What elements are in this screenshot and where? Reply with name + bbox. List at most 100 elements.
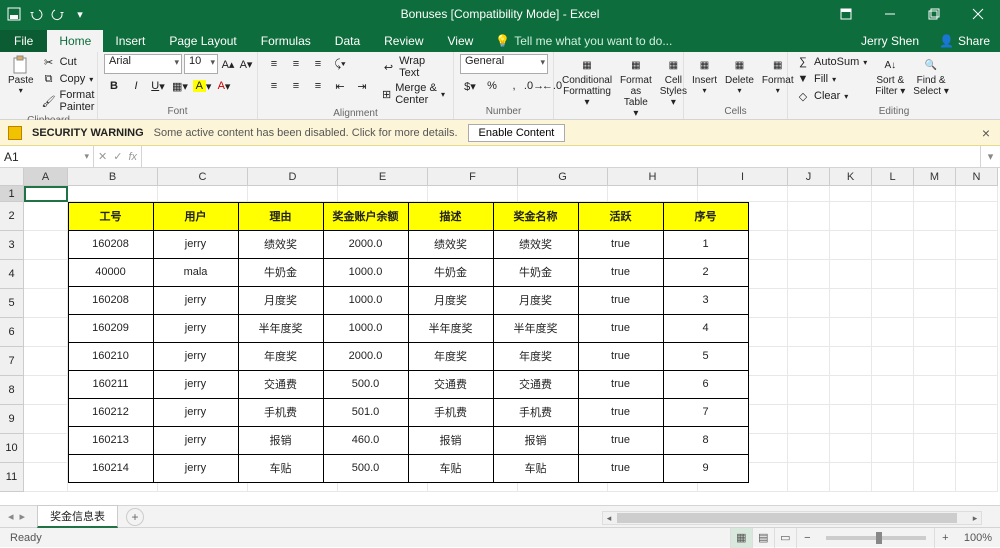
cell[interactable] [518, 186, 608, 202]
cell[interactable] [956, 405, 998, 434]
table-cell[interactable]: 车贴 [238, 454, 324, 483]
table-header[interactable]: 用户 [153, 202, 239, 231]
cell[interactable] [830, 405, 872, 434]
table-cell[interactable]: jerry [153, 370, 239, 399]
merge-center-button[interactable]: ⊞Merge & Center▾ [380, 81, 447, 107]
column-header[interactable]: C [158, 168, 248, 186]
cell[interactable] [956, 434, 998, 463]
column-header[interactable]: B [68, 168, 158, 186]
align-right-icon[interactable]: ≡ [308, 76, 328, 96]
table-cell[interactable]: 1 [663, 230, 749, 259]
number-format-combo[interactable]: General [460, 54, 548, 74]
cell[interactable] [24, 434, 68, 463]
table-cell[interactable]: true [578, 286, 664, 315]
row-header[interactable]: 6 [0, 318, 24, 347]
table-cell[interactable]: 160214 [68, 454, 154, 483]
fill-button[interactable]: ▼Fill▾ [794, 71, 869, 87]
column-header[interactable]: D [248, 168, 338, 186]
cell[interactable] [956, 231, 998, 260]
table-cell[interactable]: mala [153, 258, 239, 287]
tab-insert[interactable]: Insert [103, 30, 157, 52]
formula-input[interactable] [142, 146, 980, 167]
row-header[interactable]: 3 [0, 231, 24, 260]
tab-home[interactable]: Home [47, 30, 103, 52]
tab-data[interactable]: Data [323, 30, 372, 52]
scroll-right-icon[interactable]: ▸ [969, 512, 981, 524]
find-select-button[interactable]: 🔍Find &Select ▾ [911, 54, 951, 99]
cell[interactable] [830, 231, 872, 260]
cancel-fx-icon[interactable]: ✕ [98, 150, 107, 163]
cell[interactable] [872, 434, 914, 463]
table-cell[interactable]: 501.0 [323, 398, 409, 427]
table-cell[interactable]: 交通费 [238, 370, 324, 399]
scroll-left-icon[interactable]: ◂ [603, 512, 615, 524]
table-cell[interactable]: 报销 [493, 426, 579, 455]
decrease-font-icon[interactable]: A▾ [238, 56, 254, 72]
cell[interactable] [788, 405, 830, 434]
table-cell[interactable]: 160208 [68, 286, 154, 315]
restore-icon[interactable] [912, 0, 956, 28]
cell[interactable] [872, 318, 914, 347]
cell[interactable] [788, 318, 830, 347]
enable-content-button[interactable]: Enable Content [468, 124, 566, 142]
table-cell[interactable]: 4 [663, 314, 749, 343]
clear-button[interactable]: ◇Clear▾ [794, 88, 869, 104]
cell[interactable] [788, 186, 830, 202]
table-cell[interactable]: 年度奖 [493, 342, 579, 371]
wrap-text-button[interactable]: ↩Wrap Text [380, 54, 447, 80]
tab-review[interactable]: Review [372, 30, 435, 52]
row-header[interactable]: 9 [0, 405, 24, 434]
cell[interactable] [872, 260, 914, 289]
cell[interactable] [914, 231, 956, 260]
cell[interactable] [788, 376, 830, 405]
underline-button[interactable]: U▾ [148, 76, 168, 96]
table-cell[interactable]: 报销 [408, 426, 494, 455]
table-cell[interactable]: 月度奖 [493, 286, 579, 315]
cell[interactable] [24, 376, 68, 405]
table-header[interactable]: 描述 [408, 202, 494, 231]
cell[interactable] [830, 463, 872, 492]
redo-icon[interactable] [48, 4, 68, 24]
table-cell[interactable]: 绩效奖 [493, 230, 579, 259]
table-cell[interactable]: jerry [153, 426, 239, 455]
column-header[interactable]: J [788, 168, 830, 186]
undo-icon[interactable] [26, 4, 46, 24]
tab-pagelayout[interactable]: Page Layout [157, 30, 248, 52]
table-cell[interactable]: 半年度奖 [493, 314, 579, 343]
column-header[interactable]: G [518, 168, 608, 186]
table-cell[interactable]: 160209 [68, 314, 154, 343]
sheet-tab-active[interactable]: 奖金信息表 [37, 505, 118, 528]
tab-formulas[interactable]: Formulas [249, 30, 323, 52]
increase-indent-icon[interactable]: ⇥ [352, 76, 372, 96]
select-all-triangle[interactable] [0, 168, 24, 186]
cell[interactable] [698, 186, 788, 202]
column-header[interactable]: F [428, 168, 518, 186]
table-cell[interactable]: 40000 [68, 258, 154, 287]
cell[interactable] [872, 405, 914, 434]
table-header[interactable]: 奖金名称 [493, 202, 579, 231]
align-bottom-icon[interactable]: ≡ [308, 54, 328, 74]
table-cell[interactable]: 500.0 [323, 454, 409, 483]
font-size-combo[interactable]: 10 [184, 54, 218, 74]
cell[interactable] [872, 347, 914, 376]
decrease-indent-icon[interactable]: ⇤ [330, 76, 350, 96]
copy-button[interactable]: ⧉Copy▾ [40, 71, 97, 87]
table-header[interactable]: 序号 [663, 202, 749, 231]
formula-expand-icon[interactable]: ▾ [980, 146, 1000, 167]
table-cell[interactable]: 460.0 [323, 426, 409, 455]
column-header[interactable]: E [338, 168, 428, 186]
add-sheet-button[interactable]: + [126, 508, 144, 526]
table-cell[interactable]: 7 [663, 398, 749, 427]
cell[interactable] [830, 202, 872, 231]
increase-decimal-icon[interactable]: .0→ [526, 78, 542, 94]
cell[interactable] [338, 186, 428, 202]
font-color-button[interactable]: A▾ [214, 76, 234, 96]
column-header[interactable]: K [830, 168, 872, 186]
row-header[interactable]: 8 [0, 376, 24, 405]
table-cell[interactable]: 年度奖 [238, 342, 324, 371]
align-top-icon[interactable]: ≡ [264, 54, 284, 74]
table-cell[interactable]: 月度奖 [238, 286, 324, 315]
ribbon-display-icon[interactable] [824, 0, 868, 28]
row-header[interactable]: 4 [0, 260, 24, 289]
row-header[interactable]: 11 [0, 463, 24, 492]
